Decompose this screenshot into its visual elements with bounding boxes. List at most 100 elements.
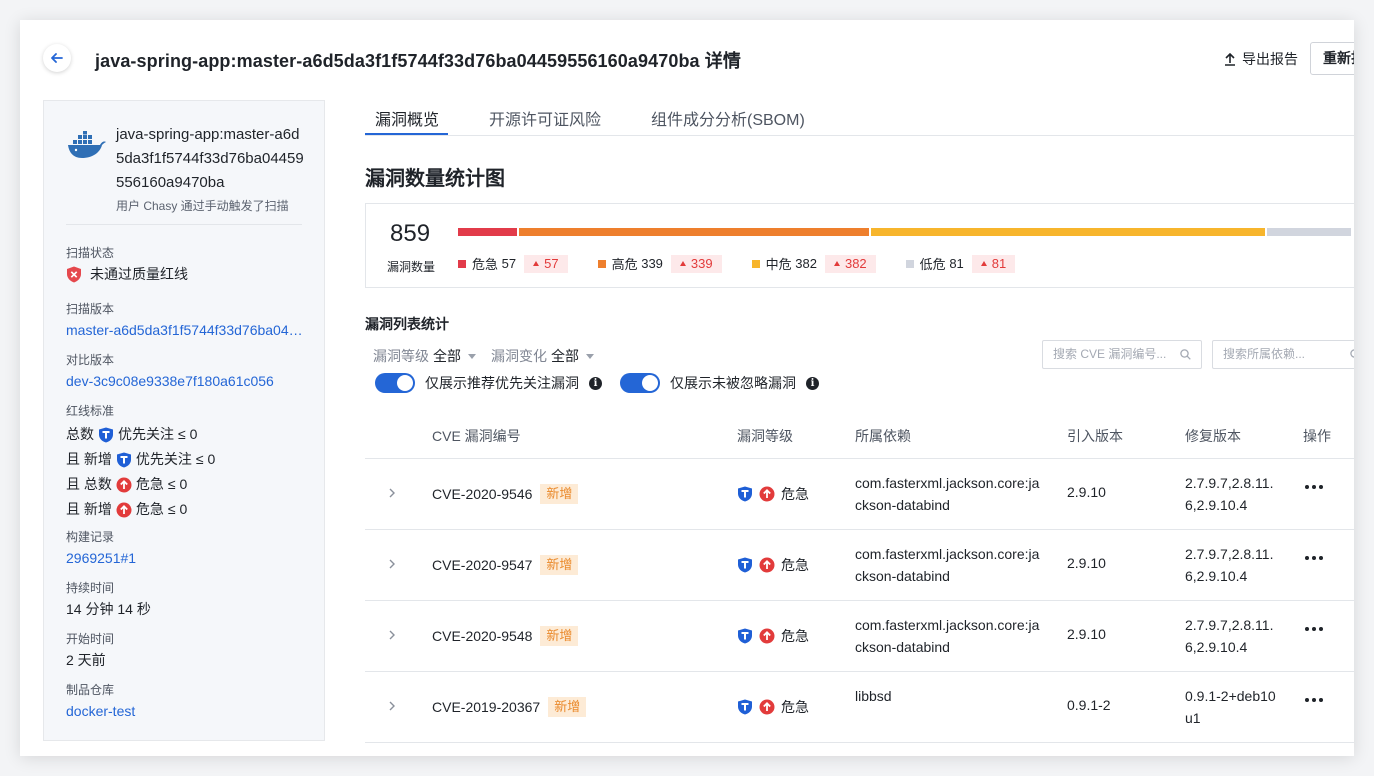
cve-id: CVE-2020-9546: [432, 486, 533, 502]
scan-info-sidebar: java-spring-app:master-a6d5da3f1f5744f33…: [43, 100, 325, 741]
critical-arrow-icon: [759, 486, 775, 502]
total-vuln-label: 漏洞数量: [387, 260, 436, 274]
build-record-label: 构建记录: [66, 530, 115, 544]
increase-arrow-icon: [533, 261, 540, 266]
scan-version-field: 扫描版本 master-a6d5da3f1f5744f33d76ba044595…: [66, 301, 306, 340]
more-actions-icon[interactable]: [1305, 485, 1323, 489]
critical-arrow-icon: [759, 557, 775, 573]
rule-prefix: 总数: [66, 426, 94, 442]
table-row[interactable]: CVE-2019-20367 新增 危急 libbsd 0.9.1-2 0.9.…: [365, 672, 1354, 743]
ignored-toggle-row: 仅展示未被忽略漏洞 i: [620, 373, 819, 393]
legend-critical-label: 危急: [472, 257, 499, 272]
rescan-button[interactable]: 重新扫描: [1310, 42, 1354, 75]
arrow-left-icon: [51, 53, 63, 63]
severity-segment-low: [1267, 228, 1351, 236]
dependency-cell: com.fasterxml.jackson.core:jackson-datab…: [855, 475, 1040, 513]
not-ignored-only-toggle[interactable]: [620, 373, 660, 393]
dependency-cell: com.fasterxml.jackson.core:jackson-datab…: [855, 617, 1040, 655]
page-title: java-spring-app:master-a6d5da3f1f5744f33…: [95, 51, 741, 71]
filter-level-dropdown[interactable]: 漏洞等级 全部: [373, 346, 476, 366]
start-time-field: 开始时间 2 天前: [66, 631, 306, 670]
start-time-value: 2 天前: [66, 652, 106, 668]
legend-low-label: 低危: [919, 257, 946, 272]
fix-version-cell: 2.7.9.7,2.8.11.6,2.9.10.4: [1185, 617, 1274, 655]
vulnerability-detail-window: java-spring-app:master-a6d5da3f1f5744f33…: [20, 20, 1354, 756]
redline-rules: 总数 优先关注 ≤ 0 且 新增 优先关注 ≤ 0 且 总数 危急 ≤ 0 且 …: [66, 422, 306, 522]
chevron-right-icon[interactable]: [387, 628, 397, 642]
level-text: 危急: [781, 628, 809, 644]
chevron-right-icon[interactable]: [387, 557, 397, 571]
scan-status-label: 扫描状态: [66, 246, 115, 260]
cve-id: CVE-2020-9548: [432, 628, 533, 644]
new-badge: 新增: [540, 484, 579, 504]
compare-version-link[interactable]: dev-3c9c08e9338e7f180a61c056: [66, 371, 306, 391]
col-level: 漏洞等级: [737, 428, 793, 444]
filter-change-label: 漏洞变化: [491, 348, 547, 364]
col-cve: CVE 漏洞编号: [432, 428, 521, 444]
intro-version-cell: 2.9.10: [1067, 484, 1106, 500]
chevron-down-icon: [586, 353, 594, 359]
rule-cond: ≤ 0: [167, 501, 188, 517]
back-button[interactable]: [43, 44, 71, 72]
rule-prefix: 且 总数: [66, 476, 112, 492]
info-icon[interactable]: i: [589, 376, 602, 390]
export-report-button[interactable]: 导出报告: [1224, 48, 1298, 70]
rule-cond: ≤ 0: [195, 451, 216, 467]
rule-prefix: 且 新增: [66, 501, 112, 517]
tab-license-risk[interactable]: 开源许可证风险: [489, 106, 601, 130]
table-row[interactable]: CVE-2020-9548 新增 危急 com.fasterxml.jackso…: [365, 601, 1354, 672]
search-cve-input[interactable]: 搜索 CVE 漏洞编号...: [1042, 340, 1202, 369]
search-dependency-input[interactable]: 搜索所属依赖...: [1212, 340, 1354, 369]
scan-version-link[interactable]: master-a6d5da3f1f5744f33d76ba04459556160…: [66, 320, 306, 340]
cve-id: CVE-2020-9547: [432, 557, 533, 573]
rule-cond: ≤ 0: [167, 476, 188, 492]
severity-legend: 危急 57 57 高危 339 339 中危 382 382 低危 81 81: [458, 254, 1016, 273]
info-icon[interactable]: i: [806, 376, 819, 390]
priority-shield-icon: [738, 557, 752, 573]
increase-arrow-icon: [980, 261, 987, 266]
col-intro-version: 引入版本: [1067, 428, 1123, 444]
repo-name: java-spring-app:master-a6d5da3f1f5744f33…: [116, 126, 304, 191]
high-delta: 339: [690, 256, 713, 271]
rule-tag: 危急: [135, 476, 164, 492]
table-row[interactable]: CVE-2020-9547 新增 危急 com.fasterxml.jackso…: [365, 530, 1354, 601]
more-actions-icon[interactable]: [1305, 698, 1323, 702]
build-record-link[interactable]: 2969251#1: [66, 548, 306, 568]
build-record-field: 构建记录 2969251#1: [66, 529, 306, 568]
chevron-right-icon[interactable]: [387, 486, 397, 500]
redline-field: 红线标准 总数 优先关注 ≤ 0 且 新增 优先关注 ≤ 0 且 总数 危急 ≤…: [66, 403, 306, 522]
table-row[interactable]: CVE-2020-9546 新增 危急 com.fasterxml.jackso…: [365, 459, 1354, 530]
more-actions-icon[interactable]: [1305, 627, 1323, 631]
severity-distribution-bar: [458, 228, 1351, 236]
compare-version-field: 对比版本 dev-3c9c08e9338e7f180a61c056: [66, 352, 306, 391]
legend-high: 高危 339 339: [597, 254, 722, 273]
level-cell: 危急: [737, 555, 809, 575]
filter-change-dropdown[interactable]: 漏洞变化 全部: [491, 346, 594, 366]
critical-delta-badge: 57: [524, 254, 568, 273]
critical-arrow-icon: [759, 628, 775, 644]
increase-arrow-icon: [679, 261, 686, 266]
level-cell: 危急: [737, 697, 809, 717]
legend-medium-count: 382: [795, 256, 817, 271]
tab-vuln-overview[interactable]: 漏洞概览: [375, 106, 439, 130]
legend-dot: [751, 259, 760, 268]
duration-field: 持续时间 14 分钟 14 秒: [66, 580, 306, 619]
high-delta-badge: 339: [670, 254, 722, 273]
level-text: 危急: [781, 486, 809, 502]
vuln-list-title: 漏洞列表统计: [365, 316, 449, 332]
more-actions-icon[interactable]: [1305, 556, 1323, 560]
medium-delta: 382: [844, 256, 867, 271]
priority-shield-icon: [738, 628, 752, 644]
critical-delta: 57: [544, 256, 559, 271]
new-badge: 新增: [540, 626, 579, 646]
active-tab-indicator: [365, 133, 448, 135]
tab-sbom[interactable]: 组件成分分析(SBOM): [651, 106, 805, 130]
priority-only-toggle[interactable]: [375, 373, 415, 393]
legend-medium: 中危 382 382: [751, 254, 876, 273]
chevron-right-icon[interactable]: [387, 699, 397, 713]
ignored-toggle-label: 仅展示未被忽略漏洞: [670, 375, 796, 391]
level-cell: 危急: [737, 626, 809, 646]
filter-change-value: 全部: [551, 348, 579, 364]
rule-tag: 优先关注: [118, 426, 174, 442]
artifact-repo-link[interactable]: docker-test: [66, 701, 306, 721]
